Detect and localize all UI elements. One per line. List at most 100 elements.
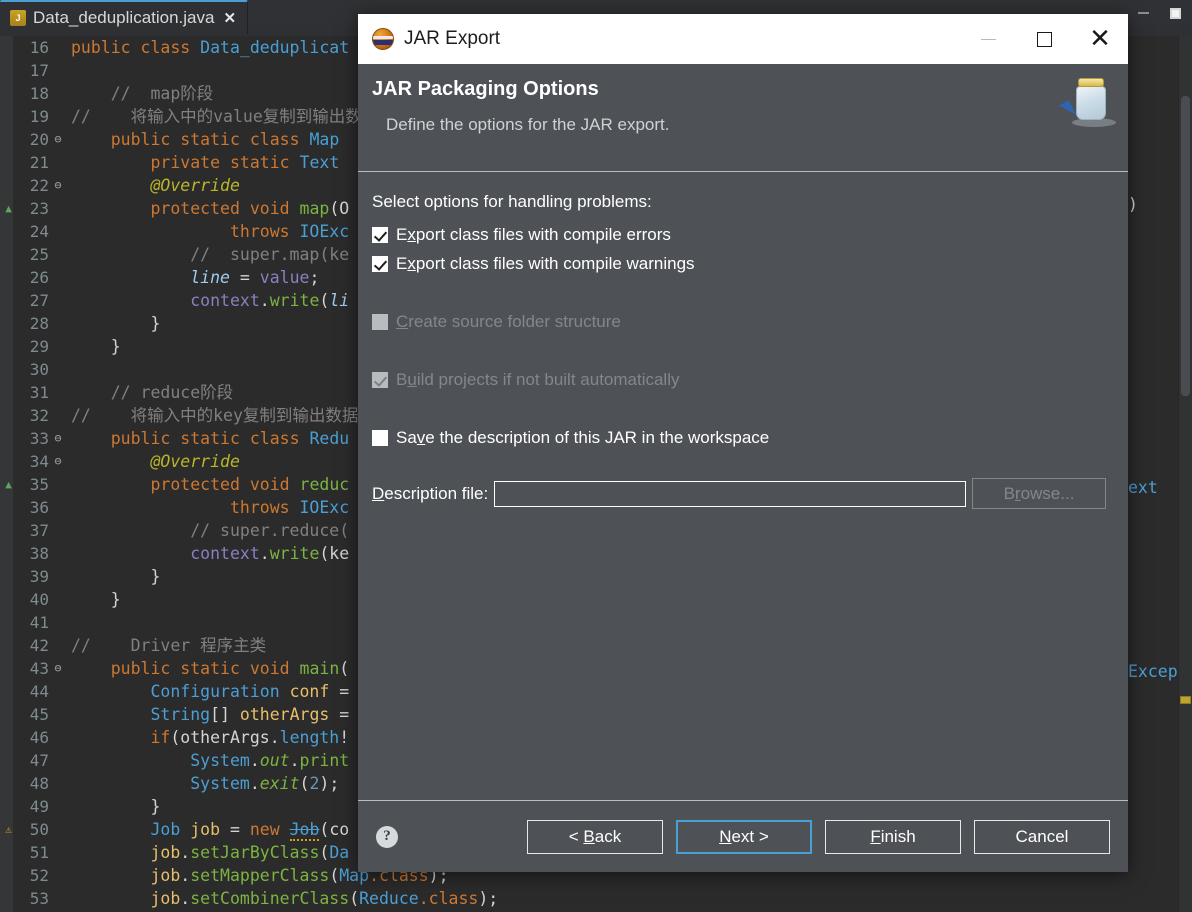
- browse-button[interactable]: Browse...: [972, 478, 1106, 509]
- fold-toggle-icon[interactable]: ⊖: [51, 450, 65, 473]
- code-line-source: }: [150, 567, 161, 586]
- checkbox-label-build-projects-if-not-built: Build projects if not built automaticall…: [396, 369, 680, 389]
- code-line-source: // Driver 程序主类: [71, 636, 267, 655]
- warning-marker-icon[interactable]: ⚠: [0, 818, 17, 841]
- line-number: 41: [29, 613, 49, 632]
- line-number: 40: [29, 590, 49, 609]
- line-number: 28: [29, 314, 49, 333]
- checkbox-label-create-source-folder-structure: Create source folder structure: [396, 311, 621, 331]
- fold-toggle-icon[interactable]: ⊖: [51, 174, 65, 197]
- description-file-input[interactable]: [494, 480, 966, 507]
- editor-tab-bar: J Data_deduplication.java ✕: [0, 0, 249, 36]
- code-line-source: throws IOExc: [229, 498, 350, 517]
- code-line-source: public static class Redu: [110, 429, 350, 448]
- line-number: 20: [29, 130, 49, 149]
- fold-toggle-icon[interactable]: ⊖: [51, 427, 65, 450]
- dialog-titlebar: JAR Export ✕: [358, 14, 1128, 64]
- help-icon[interactable]: ?: [376, 825, 398, 848]
- fold-toggle-icon[interactable]: ⊖: [51, 128, 65, 151]
- code-line-source: context.write(ke: [190, 544, 350, 563]
- next-button[interactable]: Next >: [676, 819, 812, 854]
- code-line-source: context.write(li: [190, 291, 350, 310]
- cancel-button[interactable]: Cancel: [974, 819, 1110, 854]
- line-number: 30: [29, 360, 49, 379]
- code-line-source: line = value;: [190, 268, 320, 287]
- dialog-window-controls: ✕: [960, 14, 1128, 64]
- line-number: 42: [29, 636, 49, 655]
- code-line-source: // super.reduce(: [190, 521, 350, 540]
- checkbox-export-compile-warnings[interactable]: [372, 255, 388, 272]
- dialog-close-button[interactable]: ✕: [1072, 14, 1128, 64]
- line-number: 50: [29, 820, 49, 839]
- checkbox-row-export-compile-errors[interactable]: Export class files with compile errors: [372, 220, 1106, 249]
- back-button[interactable]: < Back: [527, 819, 663, 854]
- line-number: 21: [29, 153, 49, 172]
- dialog-minimize-button[interactable]: [960, 14, 1016, 64]
- checkbox-create-source-folder-structure: [372, 313, 388, 330]
- line-number: 25: [29, 245, 49, 264]
- dialog-header: JAR Packaging Options Define the options…: [358, 64, 1128, 172]
- line-number: 22: [29, 176, 49, 195]
- code-line-source: // super.map(ke: [190, 245, 350, 264]
- editor-overview-ruler[interactable]: [1178, 36, 1192, 912]
- line-number: 51: [29, 843, 49, 862]
- dialog-title: JAR Export: [404, 28, 501, 49]
- line-number: 39: [29, 567, 49, 586]
- editor-tab-data-deduplication[interactable]: J Data_deduplication.java ✕: [0, 0, 249, 34]
- line-number: 23: [29, 199, 49, 218]
- maximize-icon: [1036, 31, 1052, 47]
- line-number: 38: [29, 544, 49, 563]
- line-number: 16: [29, 38, 49, 57]
- checkbox-row-create-source-folder-structure: Create source folder structure: [372, 307, 1106, 336]
- warning-marker-icon[interactable]: [1180, 696, 1191, 704]
- checkbox-row-export-compile-warnings[interactable]: Export class files with compile warnings: [372, 249, 1106, 278]
- line-number: 24: [29, 222, 49, 241]
- dialog-button-row: < Back Next > Finish Cancel: [527, 819, 1110, 854]
- checkbox-export-compile-errors[interactable]: [372, 226, 388, 243]
- code-line-source: public static void main(: [110, 659, 350, 678]
- jar-lid: [1078, 78, 1104, 87]
- code-line-source: protected void map(O: [150, 199, 350, 218]
- line-number: 31: [29, 383, 49, 402]
- options-section-label: Select options for handling problems:: [372, 192, 652, 211]
- dialog-header-subtitle: Define the options for the JAR export.: [386, 115, 670, 134]
- line-number: 48: [29, 774, 49, 793]
- ide-maximize-button[interactable]: [1162, 2, 1188, 24]
- code-line-source: job.setCombinerClass(Reduce.class);: [150, 889, 499, 908]
- override-marker-icon[interactable]: ▲: [0, 197, 17, 220]
- java-file-icon: J: [10, 10, 26, 26]
- dialog-footer: ? < Back Next > Finish Cancel: [358, 800, 1128, 872]
- line-number: 33: [29, 429, 49, 448]
- line-number: 27: [29, 291, 49, 310]
- checkbox-row-save-description-in-workspace[interactable]: Save the description of this JAR in the …: [372, 423, 1106, 452]
- line-number: 53: [29, 889, 49, 908]
- eclipse-icon: [372, 28, 394, 50]
- line-number: 18: [29, 84, 49, 103]
- line-number: 32: [29, 406, 49, 425]
- checkbox-save-description-in-workspace[interactable]: [372, 429, 388, 446]
- checkbox-row-build-projects-if-not-built: Build projects if not built automaticall…: [372, 365, 1106, 394]
- description-file-row: Description file: Browse...: [372, 478, 1106, 509]
- description-file-label-rest: escription file:: [384, 483, 489, 503]
- option-list: Export class files with compile errors Ex…: [372, 220, 1106, 452]
- scrollbar-thumb[interactable]: [1181, 96, 1190, 396]
- dialog-maximize-button[interactable]: [1016, 14, 1072, 64]
- override-marker-icon[interactable]: ▲: [0, 473, 17, 496]
- fold-toggle-icon[interactable]: ⊖: [51, 657, 65, 680]
- close-icon[interactable]: ✕: [221, 11, 236, 26]
- description-file-label-mnemonic: D: [372, 483, 385, 503]
- code-line-source: }: [150, 797, 161, 816]
- line-number: 17: [29, 61, 49, 80]
- finish-button[interactable]: Finish: [825, 819, 961, 854]
- jar-export-dialog: JAR Export ✕ JAR Packaging Options Defin…: [358, 14, 1128, 872]
- code-line-source: String[] otherArgs =: [150, 705, 350, 724]
- minimize-icon: [980, 38, 996, 40]
- code-line-source: System.exit(2);: [190, 774, 340, 793]
- next-button-label: Next >: [719, 826, 769, 846]
- code-line-source: protected void reduc: [150, 475, 350, 494]
- checkbox-build-projects-if-not-built: [372, 371, 388, 388]
- code-fragment: ext: [1128, 478, 1158, 497]
- finish-button-label: Finish: [870, 826, 916, 846]
- ide-minimize-button[interactable]: [1130, 2, 1156, 24]
- checkbox-label-export-compile-errors: Export class files with compile errors: [396, 224, 671, 244]
